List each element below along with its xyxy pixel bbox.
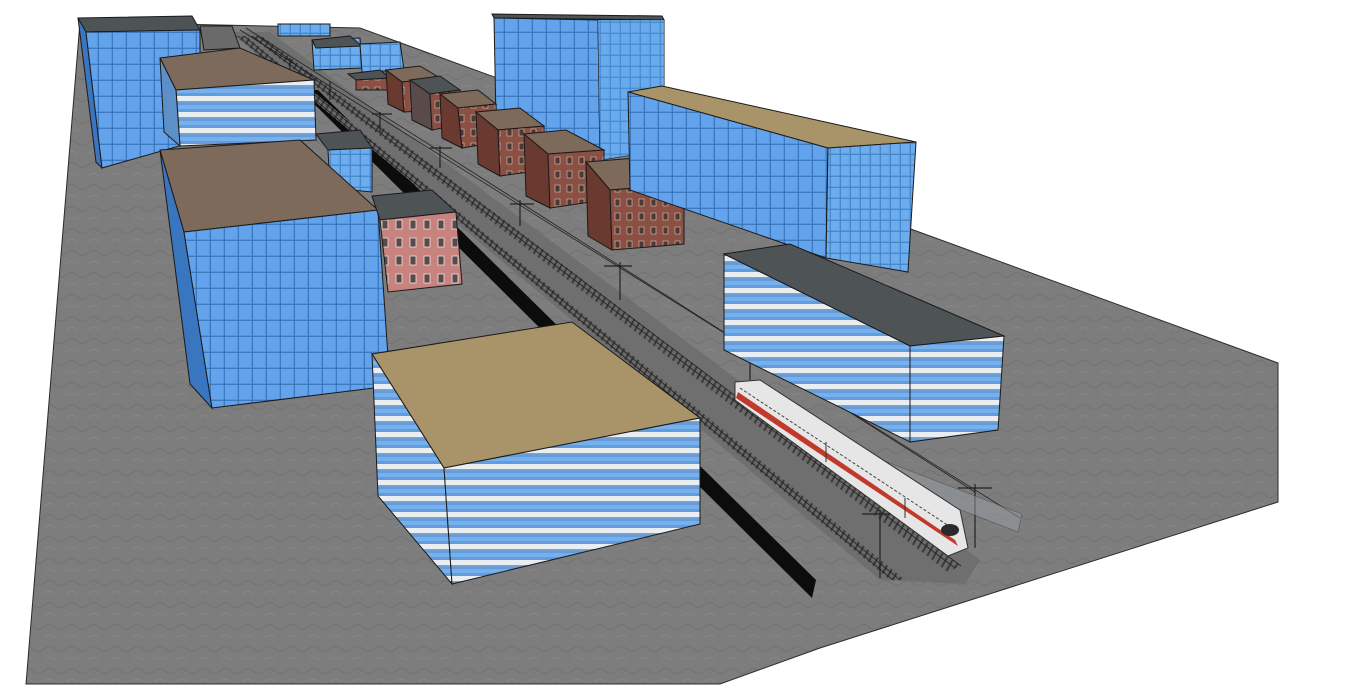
scene-canvas[interactable] — [0, 0, 1351, 697]
3d-viewport[interactable] — [0, 0, 1351, 697]
